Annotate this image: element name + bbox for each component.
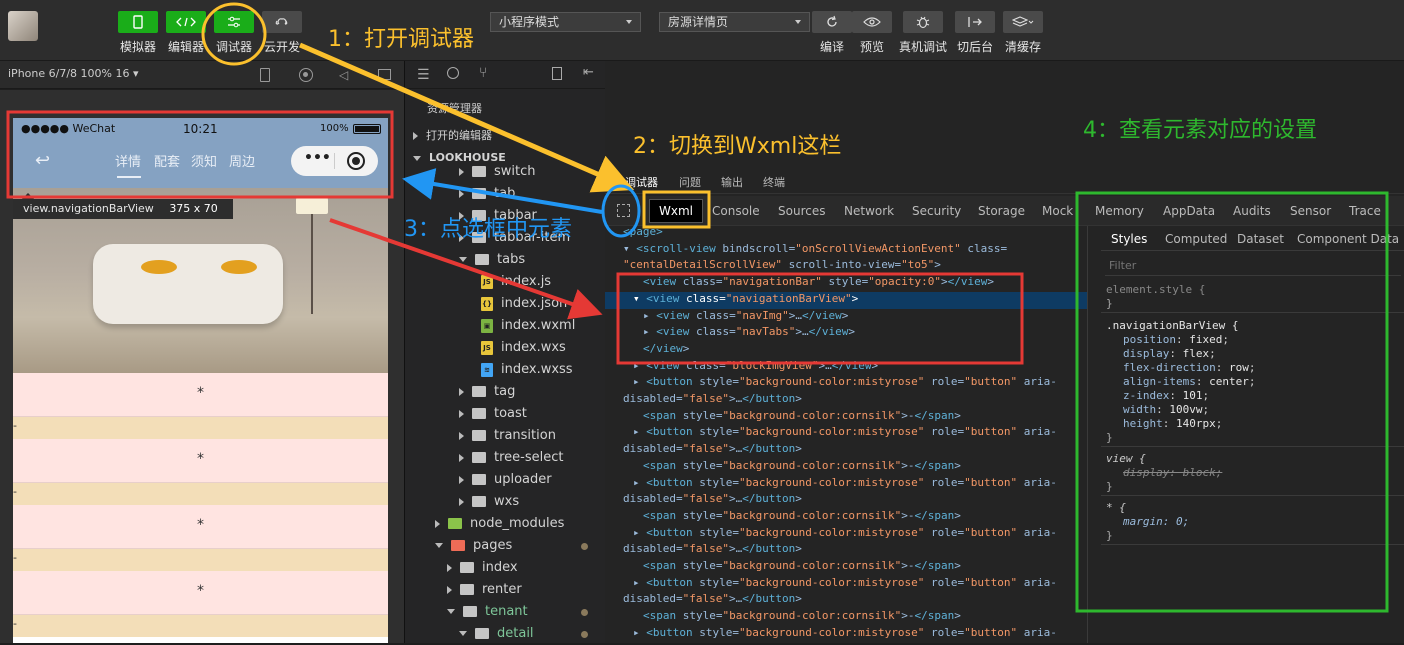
annotation-step-1: 1：打开调试器 [328, 27, 474, 52]
wxml-node-highlight-box [616, 272, 1024, 365]
annotation-step-4-text: 4：查看元素对应的设置 [1083, 118, 1317, 143]
styles-pane-highlight-box [1075, 191, 1389, 613]
annotation-step-4: 4：查看元素对应的设置 [1083, 115, 1373, 146]
annotation-overlay [6, 2, 1389, 613]
wxml-tab-highlight-box [642, 190, 711, 229]
navbar-highlight-box [6, 110, 394, 199]
annotation-step-3: 3：点选框中元素 [404, 217, 572, 242]
arrow-inspect-to-navbar [402, 168, 603, 214]
debugger-highlight-circle [201, 2, 267, 66]
annotation-step-2: 2：切换到Wxml这栏 [633, 134, 842, 159]
inspect-button-highlight-circle [601, 184, 641, 238]
arrow-to-debugger-panel [299, 42, 635, 193]
